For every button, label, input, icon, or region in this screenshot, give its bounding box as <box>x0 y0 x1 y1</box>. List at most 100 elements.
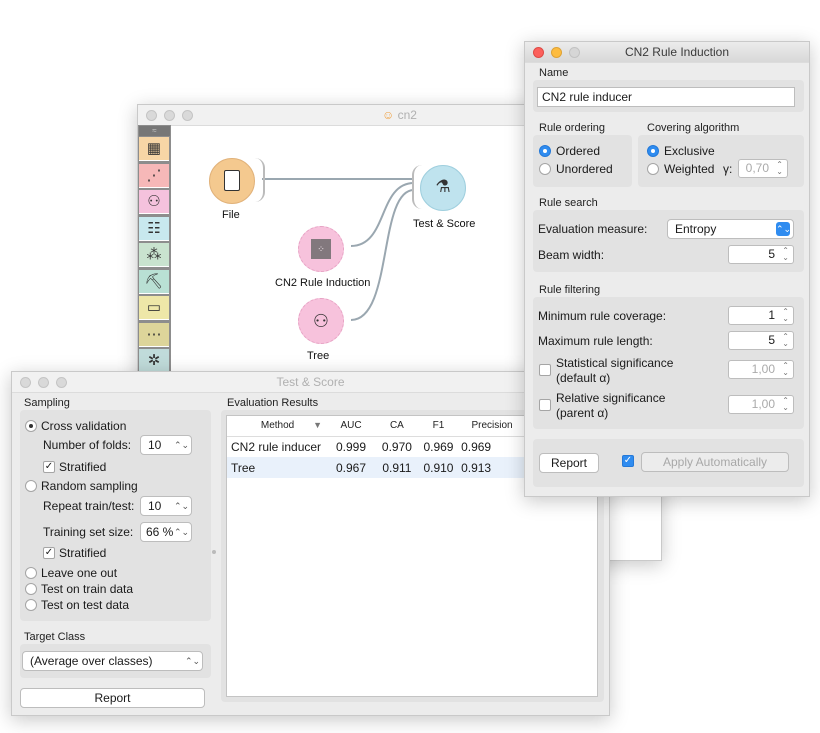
cell-auc: 0.967 <box>336 460 367 475</box>
gamma-spinbox[interactable]: 0,70 ⌃ ⌄ <box>738 159 788 178</box>
link-cn2-test <box>350 182 415 247</box>
cn2-node[interactable]: ⁘ <box>298 226 344 272</box>
apply-automatically-button[interactable]: Apply Automatically <box>641 452 789 472</box>
file-node[interactable] <box>209 158 255 204</box>
statistical-significance-spinbox[interactable]: 1,00 ⌃ ⌄ <box>728 360 794 379</box>
stratified-checkbox-2[interactable]: ✓ <box>43 547 55 559</box>
random-sampling-radio[interactable] <box>25 480 37 492</box>
relative-significance-spinbox[interactable]: 1,00 ⌃ ⌄ <box>728 395 794 414</box>
results-header-row: Method ▼ AUC CA F1 Precision <box>227 416 527 436</box>
zoom-button[interactable] <box>569 47 580 58</box>
apply-automatically-checkbox[interactable]: ✓ <box>622 455 634 467</box>
cross-validation-radio[interactable] <box>25 420 37 432</box>
relative-significance-sublabel: (parent α) <box>556 406 609 420</box>
cell-f1: 0.969 <box>423 439 454 454</box>
statistical-significance-sublabel: (default α) <box>556 371 611 385</box>
close-button[interactable] <box>533 47 544 58</box>
statistical-significance-label: Statistical significance <box>556 356 674 370</box>
cn2-node-label: CN2 Rule Induction <box>275 277 371 289</box>
minimize-button[interactable] <box>551 47 562 58</box>
report-button[interactable]: Report <box>539 453 599 473</box>
cell-f1: 0.910 <box>423 460 454 475</box>
link-tree-test <box>350 189 415 321</box>
unordered-radio[interactable] <box>539 163 551 175</box>
target-class-label: Target Class <box>24 631 86 643</box>
weighted-radio[interactable] <box>647 163 659 175</box>
stepper-icon: ⌃ ⌄ <box>782 396 789 412</box>
cell-ca: 0.970 <box>381 439 412 454</box>
gamma-label: γ: <box>723 162 733 176</box>
evaluation-measure-select[interactable]: Entropy ⌃⌄ <box>667 219 794 239</box>
report-button[interactable]: Report <box>20 688 205 708</box>
sampling-section-label: Sampling <box>24 397 70 409</box>
tree-node[interactable]: ⚇ <box>298 298 344 344</box>
min-coverage-spinbox[interactable]: 1 ⌃ ⌄ <box>728 306 794 325</box>
min-coverage-label: Minimum rule coverage: <box>538 309 667 323</box>
cell-auc: 0.999 <box>336 439 367 454</box>
stepper-icon: ⌃ ⌄ <box>782 332 789 348</box>
stratified-label-2: Stratified <box>59 546 107 560</box>
chevron-updown-icon: ⌃⌄ <box>776 222 792 236</box>
column-header-auc[interactable]: AUC <box>328 416 374 436</box>
chevron-updown-icon: ⌃⌄ <box>185 656 201 666</box>
evaluation-measure-label: Evaluation measure: <box>538 222 648 236</box>
cell-ca: 0.911 <box>382 460 412 475</box>
results-table: Method ▼ AUC CA F1 Precision CN2 rule ind… <box>227 416 527 478</box>
max-length-label: Maximum rule length: <box>538 334 653 348</box>
minimize-button[interactable] <box>38 377 49 388</box>
test-score-titlebar: Test & Score <box>12 372 609 393</box>
leave-one-out-radio[interactable] <box>25 567 37 579</box>
stratified-label-1: Stratified <box>59 460 107 474</box>
exclusive-label: Exclusive <box>664 144 715 158</box>
flask-icon: ⚗ <box>435 177 451 196</box>
statistical-significance-checkbox[interactable] <box>539 364 551 376</box>
relative-significance-checkbox[interactable] <box>539 399 551 411</box>
covering-algorithm-label: Covering algorithm <box>647 122 740 134</box>
max-length-spinbox[interactable]: 5 ⌃ ⌄ <box>728 331 794 350</box>
name-section-label: Name <box>539 67 569 79</box>
column-header-f1[interactable]: F1 <box>420 416 457 436</box>
unordered-label: Unordered <box>556 162 613 176</box>
repeat-select[interactable]: 10 ⌃⌄ <box>140 496 192 516</box>
file-node-label: File <box>222 209 240 221</box>
name-input[interactable]: CN2 rule inducer <box>537 87 795 107</box>
column-header-precision[interactable]: Precision <box>457 416 527 436</box>
table-row[interactable]: CN2 rule inducer 0.999 0.970 0.969 0.969 <box>227 436 527 457</box>
test-score-node-label: Test & Score <box>413 218 476 230</box>
test-test-label: Test on test data <box>41 598 130 612</box>
ordered-radio[interactable] <box>539 145 551 157</box>
file-icon <box>224 170 240 191</box>
tree-node-label: Tree <box>307 350 330 362</box>
splitter-handle[interactable] <box>212 550 216 554</box>
test-test-radio[interactable] <box>25 599 37 611</box>
train-size-select[interactable]: 66 % ⌃⌄ <box>140 522 192 542</box>
test-train-radio[interactable] <box>25 583 37 595</box>
beam-width-spinbox[interactable]: 5 ⌃ ⌄ <box>728 245 794 264</box>
window-title: Test & Score <box>276 375 345 389</box>
cell-precision: 0.969 <box>461 439 492 454</box>
zoom-button[interactable] <box>56 377 67 388</box>
table-row[interactable]: Tree 0.967 0.911 0.910 0.913 <box>227 457 527 478</box>
test-score-node[interactable]: ⚗ <box>420 165 466 211</box>
train-size-label: Training set size: <box>43 525 134 539</box>
cn2-titlebar: CN2 Rule Induction <box>525 42 809 63</box>
close-button[interactable] <box>20 377 31 388</box>
window-title: CN2 Rule Induction <box>624 45 730 59</box>
cell-method: CN2 rule inducer <box>231 439 322 454</box>
folds-select[interactable]: 10 ⌃⌄ <box>140 435 192 455</box>
target-class-select[interactable]: (Average over classes) ⌃⌄ <box>22 651 203 671</box>
test-train-label: Test on train data <box>41 582 134 596</box>
column-header-method[interactable]: Method ▼ <box>227 416 328 436</box>
folds-label: Number of folds: <box>43 438 132 452</box>
file-output-anchor <box>255 158 265 202</box>
test-score-window: Test & Score Sampling Cross validation N… <box>11 371 610 716</box>
rule-filtering-label: Rule filtering <box>539 284 601 296</box>
cross-validation-label: Cross validation <box>41 419 127 433</box>
column-header-ca[interactable]: CA <box>374 416 420 436</box>
stratified-checkbox-1[interactable]: ✓ <box>43 461 55 473</box>
rule-ordering-box <box>533 135 632 187</box>
cell-precision: 0.913 <box>461 460 492 475</box>
cell-method: Tree <box>231 460 256 475</box>
exclusive-radio[interactable] <box>647 145 659 157</box>
test-input-anchor <box>412 165 422 209</box>
